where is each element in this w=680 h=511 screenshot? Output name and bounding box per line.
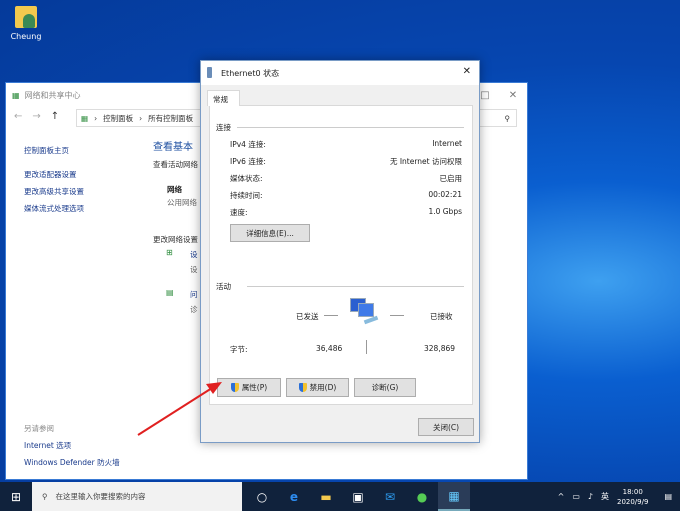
ime-indicator[interactable]: 英 — [601, 491, 609, 502]
search-placeholder: 在这里输入你要搜索的内容 — [55, 492, 146, 501]
edge-icon[interactable]: e — [278, 482, 310, 511]
chevron-up-icon[interactable]: ^ — [558, 492, 565, 501]
notification-icon[interactable]: ▤ — [664, 492, 672, 501]
store-icon[interactable]: ▣ — [342, 482, 374, 511]
taskbar-search-box[interactable]: ⚲ 在这里输入你要搜索的内容 — [32, 482, 242, 511]
mail-icon[interactable]: ✉ — [374, 482, 406, 511]
task-view-icon[interactable]: ○ — [246, 482, 278, 511]
file-explorer-icon[interactable]: ▬ — [310, 482, 342, 511]
volume-icon[interactable]: ♪ — [588, 492, 593, 501]
clock-time: 18:00 — [622, 487, 643, 496]
network-tray-icon[interactable]: ▭ — [572, 492, 580, 501]
clock-date: 2020/9/9 — [616, 497, 649, 506]
taskbar: ⊞ ⚲ 在这里输入你要搜索的内容 ○ e ▬ ▣ ✉ ● ▦ ^ ▭ ♪ 英 18… — [0, 482, 680, 511]
tab-general[interactable]: 常规 — [207, 90, 240, 106]
start-button[interactable]: ⊞ — [0, 482, 32, 511]
search-icon: ⚲ — [42, 492, 48, 501]
network-center-taskbar-icon[interactable]: ▦ — [438, 482, 470, 511]
clock[interactable]: 18:00 2020/9/9 — [617, 487, 648, 507]
green-app-icon[interactable]: ● — [406, 482, 438, 511]
annotation-arrow — [137, 382, 222, 436]
